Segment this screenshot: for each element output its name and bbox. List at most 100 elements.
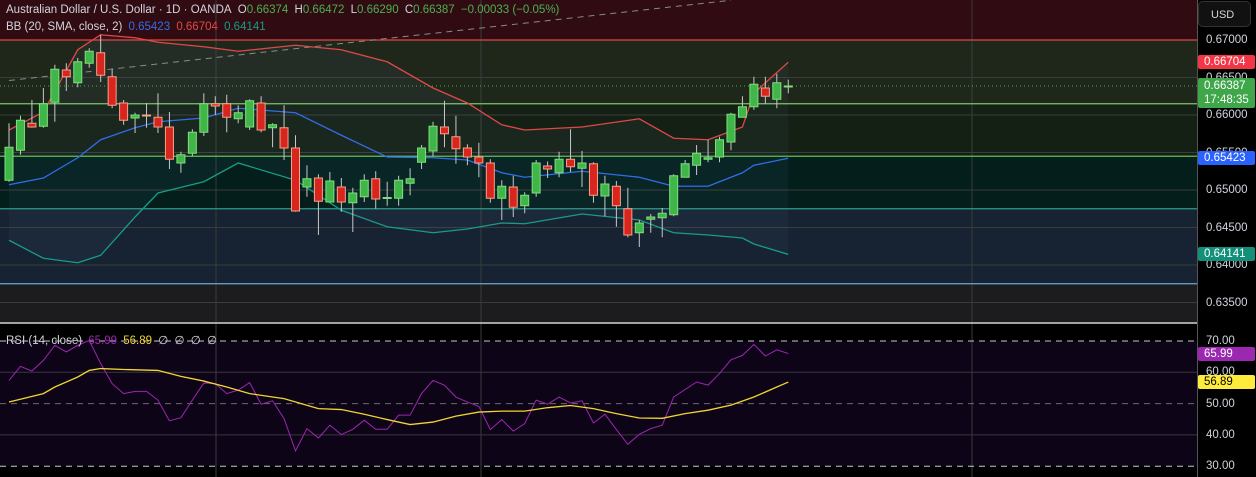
change-value: −0.00033 (−0.05%): [460, 4, 560, 16]
candle-down: [462, 147, 472, 158]
bb-label[interactable]: BB (20, SMA, close, 2): [6, 21, 122, 33]
candle-up: [520, 194, 530, 207]
candle-up: [669, 175, 679, 216]
candle-up: [715, 139, 725, 158]
price-tick-label: 0.64500: [1206, 221, 1248, 234]
bb-lower-badge: 0.64141: [1198, 247, 1255, 262]
candle-down: [96, 52, 106, 76]
candle-down: [153, 116, 163, 128]
bb-lower-value: 0.64141: [224, 21, 266, 33]
candle-down: [485, 162, 495, 199]
candle-down: [474, 156, 484, 164]
candle-up: [531, 162, 541, 194]
rsi-ma-badge: 56.89: [1198, 375, 1255, 390]
rsi-badge: 65.99: [1198, 346, 1255, 361]
last-price-badge: 0.66387 17:48:35: [1198, 77, 1255, 108]
bar-countdown: 17:48:35: [1204, 93, 1249, 106]
candle-up: [634, 222, 644, 234]
candle-up: [233, 112, 243, 120]
symbol-title[interactable]: Australian Dollar / U.S. Dollar · 1D · O…: [6, 4, 232, 16]
candle-up: [348, 192, 358, 204]
candle-down: [611, 185, 621, 207]
last-price-value: 0.66387: [1204, 79, 1246, 92]
candle-up: [325, 180, 335, 203]
close-label: C: [404, 4, 414, 16]
candle-up: [302, 178, 312, 188]
candle-up: [783, 85, 793, 88]
candle-down: [371, 178, 381, 200]
candle-up: [394, 179, 404, 199]
candle-up: [199, 103, 209, 133]
candle-up: [187, 131, 197, 154]
candle-up: [726, 113, 736, 143]
candle-down: [164, 126, 174, 160]
candle-up: [577, 162, 587, 169]
candle-down: [439, 126, 449, 135]
candle-up: [554, 158, 564, 174]
rsi-label[interactable]: RSI (14, close): [6, 335, 82, 347]
open-value: 0.66374: [246, 4, 289, 16]
symbol-legend: Australian Dollar / U.S. Dollar · 1D · O…: [6, 4, 562, 16]
candle-up: [497, 185, 507, 199]
candle-up: [382, 197, 392, 199]
candle-up: [245, 100, 255, 128]
candle-down: [27, 122, 37, 128]
price-axis[interactable]: 0.670000.665000.660000.655000.650000.645…: [1197, 0, 1256, 477]
candle-up: [405, 178, 415, 184]
open-label: O: [237, 4, 247, 16]
candle-up: [130, 114, 140, 119]
candle-up: [428, 125, 438, 152]
rsi-tick-label: 50.00: [1206, 397, 1235, 410]
candle-up: [38, 103, 48, 127]
candle-up: [73, 61, 83, 84]
candle-up: [772, 82, 782, 100]
candle-down: [508, 186, 518, 208]
rsi-extra-value: ∅: [190, 335, 201, 347]
candle-up: [680, 163, 690, 178]
high-label: H: [294, 4, 303, 16]
bb-upper-value: 0.66704: [176, 21, 218, 33]
candle-down: [451, 136, 461, 150]
rsi-legend[interactable]: RSI (14, close) 65.99 56.89 ∅ ∅ ∅ ∅: [6, 333, 220, 347]
price-tick-label: 0.65000: [1206, 184, 1248, 196]
rsi-ma-value: 56.89: [123, 335, 153, 347]
candle-up: [600, 183, 610, 197]
bb-basis-badge: 0.65423: [1198, 151, 1255, 166]
bb-basis-value: 0.65423: [128, 21, 171, 33]
price-chart[interactable]: [0, 0, 1197, 324]
bb-legend[interactable]: BB (20, SMA, close, 2) 0.65423 0.66704 0…: [6, 21, 269, 33]
candle-down: [623, 208, 633, 236]
candle-down: [279, 127, 289, 149]
candle-up: [737, 106, 747, 118]
candle-down: [142, 114, 152, 117]
zone-background: [0, 284, 1197, 324]
price-tick-label: 0.67000: [1206, 34, 1248, 46]
rsi-tick-label: 40.00: [1206, 428, 1235, 441]
candle-up: [15, 119, 25, 151]
candle-up: [84, 50, 94, 64]
candle-up: [646, 216, 656, 220]
candle-down: [336, 186, 346, 203]
candle-down: [313, 177, 323, 202]
rsi-tick-label: 30.00: [1206, 460, 1235, 473]
bb-upper-badge: 0.66704: [1198, 55, 1255, 70]
candle-up: [359, 179, 369, 198]
rsi-extra-value: ∅: [174, 335, 185, 347]
candle-down: [107, 76, 117, 106]
candle-up: [703, 157, 713, 160]
low-value: 0.66290: [357, 4, 399, 16]
candle-down: [222, 103, 232, 118]
rsi-extra-value: ∅: [206, 335, 217, 347]
candle-down: [210, 103, 220, 107]
candle-up: [268, 124, 278, 129]
currency-button[interactable]: USD: [1198, 1, 1251, 27]
candle-up: [692, 152, 702, 166]
price-tick-label: 0.63500: [1206, 296, 1248, 309]
candle-up: [417, 147, 427, 163]
rsi-tick-label: 70.00: [1206, 335, 1235, 347]
price-tick-label: 0.66000: [1206, 109, 1248, 121]
candle-up: [176, 154, 186, 164]
candle-down: [588, 163, 598, 196]
candle-up: [50, 68, 60, 103]
candle-up: [749, 83, 759, 108]
